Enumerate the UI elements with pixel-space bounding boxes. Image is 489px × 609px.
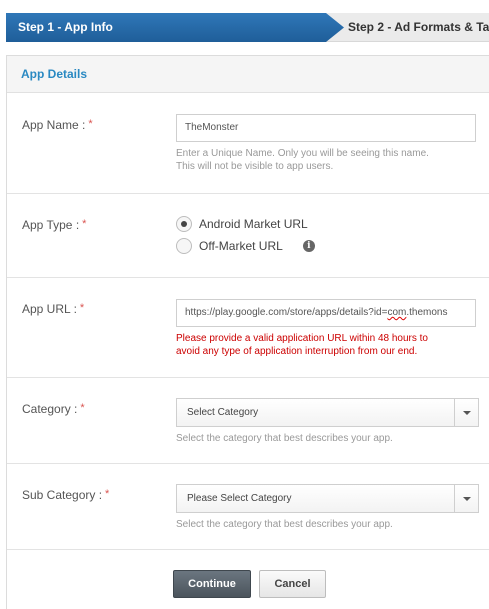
required-marker: * [80, 402, 85, 414]
sub-category-row: Sub Category : * Please Select Category S… [7, 464, 489, 550]
sub-category-hint: Select the category that best describes … [176, 519, 393, 530]
required-marker: * [105, 488, 110, 500]
category-row: Category : * Select Category Select the c… [7, 378, 489, 464]
app-name-hint: Enter a Unique Name. Only you will be se… [176, 148, 429, 172]
app-name-input[interactable]: TheMonster [176, 114, 476, 142]
radio-android-market[interactable]: Android Market URL [176, 215, 308, 233]
dropdown-arrow-button[interactable] [454, 399, 478, 426]
app-details-panel: App Details App Name : * TheMonster Enter… [6, 55, 489, 609]
required-marker: * [79, 302, 85, 314]
app-url-error: Please provide a valid application URL w… [176, 333, 428, 357]
app-url-label: App URL : * [22, 302, 85, 316]
required-marker: * [82, 218, 87, 230]
app-type-label: App Type : * [22, 218, 87, 232]
continue-button[interactable]: Continue [173, 570, 251, 598]
app-type-row: App Type : * Android Market URL Off-Marke… [7, 194, 489, 278]
radio-button-selected[interactable] [176, 215, 192, 232]
radio-button[interactable] [176, 237, 192, 254]
category-select[interactable]: Select Category [176, 398, 479, 427]
app-name-label: App Name : * [22, 118, 93, 132]
radio-off-market[interactable]: Off-Market URL i [176, 237, 315, 255]
sub-category-select[interactable]: Please Select Category [176, 484, 479, 513]
chevron-down-icon [463, 411, 471, 415]
wizard-step-1[interactable]: Step 1 - App Info [6, 13, 344, 42]
required-marker: * [88, 118, 93, 130]
dropdown-arrow-button[interactable] [454, 485, 478, 512]
category-label: Category : * [22, 402, 85, 416]
wizard-steps: Step 2 - Ad Formats & Tar Step 1 - App I… [6, 13, 489, 42]
chevron-down-icon [463, 497, 471, 501]
wizard-step-2[interactable]: Step 2 - Ad Formats & Tar [326, 13, 489, 42]
cancel-button[interactable]: Cancel [259, 570, 326, 598]
app-url-input[interactable]: https://play.google.com/store/apps/detai… [176, 299, 476, 327]
app-url-row: App URL : * https://play.google.com/store… [7, 278, 489, 378]
panel-title: App Details [7, 56, 489, 93]
app-name-row: App Name : * TheMonster Enter a Unique Na… [7, 94, 489, 194]
info-icon[interactable]: i [302, 239, 315, 252]
category-hint: Select the category that best describes … [176, 433, 393, 444]
sub-category-label: Sub Category : * [22, 488, 110, 502]
